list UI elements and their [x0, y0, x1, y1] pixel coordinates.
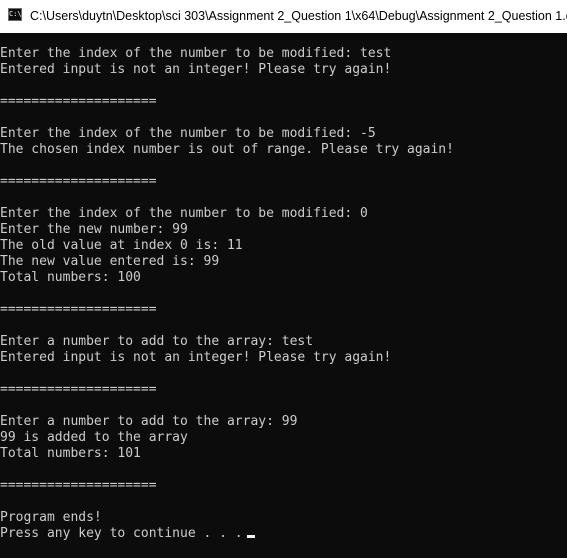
console-line: Enter a number to add to the array: test: [0, 334, 314, 349]
console-line: ====================: [0, 478, 157, 493]
console-line: Enter a number to add to the array: 99: [0, 414, 298, 429]
console-line: Program ends!: [0, 510, 102, 525]
window-title: C:\Users\duytn\Desktop\sci 303\Assignmen…: [30, 9, 567, 23]
console-line: The old value at index 0 is: 11: [0, 238, 243, 253]
console-line: Enter the index of the number to be modi…: [0, 206, 368, 221]
console-line: Total numbers: 101: [0, 446, 141, 461]
console-line: Entered input is not an integer! Please …: [0, 62, 392, 77]
console-prompt-text: Press any key to continue . . .: [0, 526, 243, 541]
console-output-area[interactable]: Enter the index of the number to be modi…: [0, 33, 567, 558]
console-line: Enter the index of the number to be modi…: [0, 126, 376, 141]
console-line: Enter the new number: 99: [0, 222, 188, 237]
console-line: The chosen index number is out of range.…: [0, 142, 454, 157]
console-window: C:\ C:\Users\duytn\Desktop\sci 303\Assig…: [0, 0, 567, 558]
console-line: ====================: [0, 94, 157, 109]
console-line: ====================: [0, 382, 157, 397]
text-cursor: [246, 535, 255, 538]
console-line: 99 is added to the array: [0, 430, 188, 445]
console-line: ====================: [0, 302, 157, 317]
console-app-icon[interactable]: C:\: [8, 8, 22, 21]
console-line: Total numbers: 100: [0, 270, 141, 285]
title-bar[interactable]: C:\ C:\Users\duytn\Desktop\sci 303\Assig…: [0, 0, 567, 33]
console-lines: Enter the index of the number to be modi…: [0, 46, 454, 542]
console-line: Entered input is not an integer! Please …: [0, 350, 392, 365]
console-line: ====================: [0, 174, 157, 189]
console-prompt-line: Press any key to continue . . .: [0, 526, 454, 542]
console-line: Enter the index of the number to be modi…: [0, 46, 392, 61]
console-line: The new value entered is: 99: [0, 254, 220, 269]
